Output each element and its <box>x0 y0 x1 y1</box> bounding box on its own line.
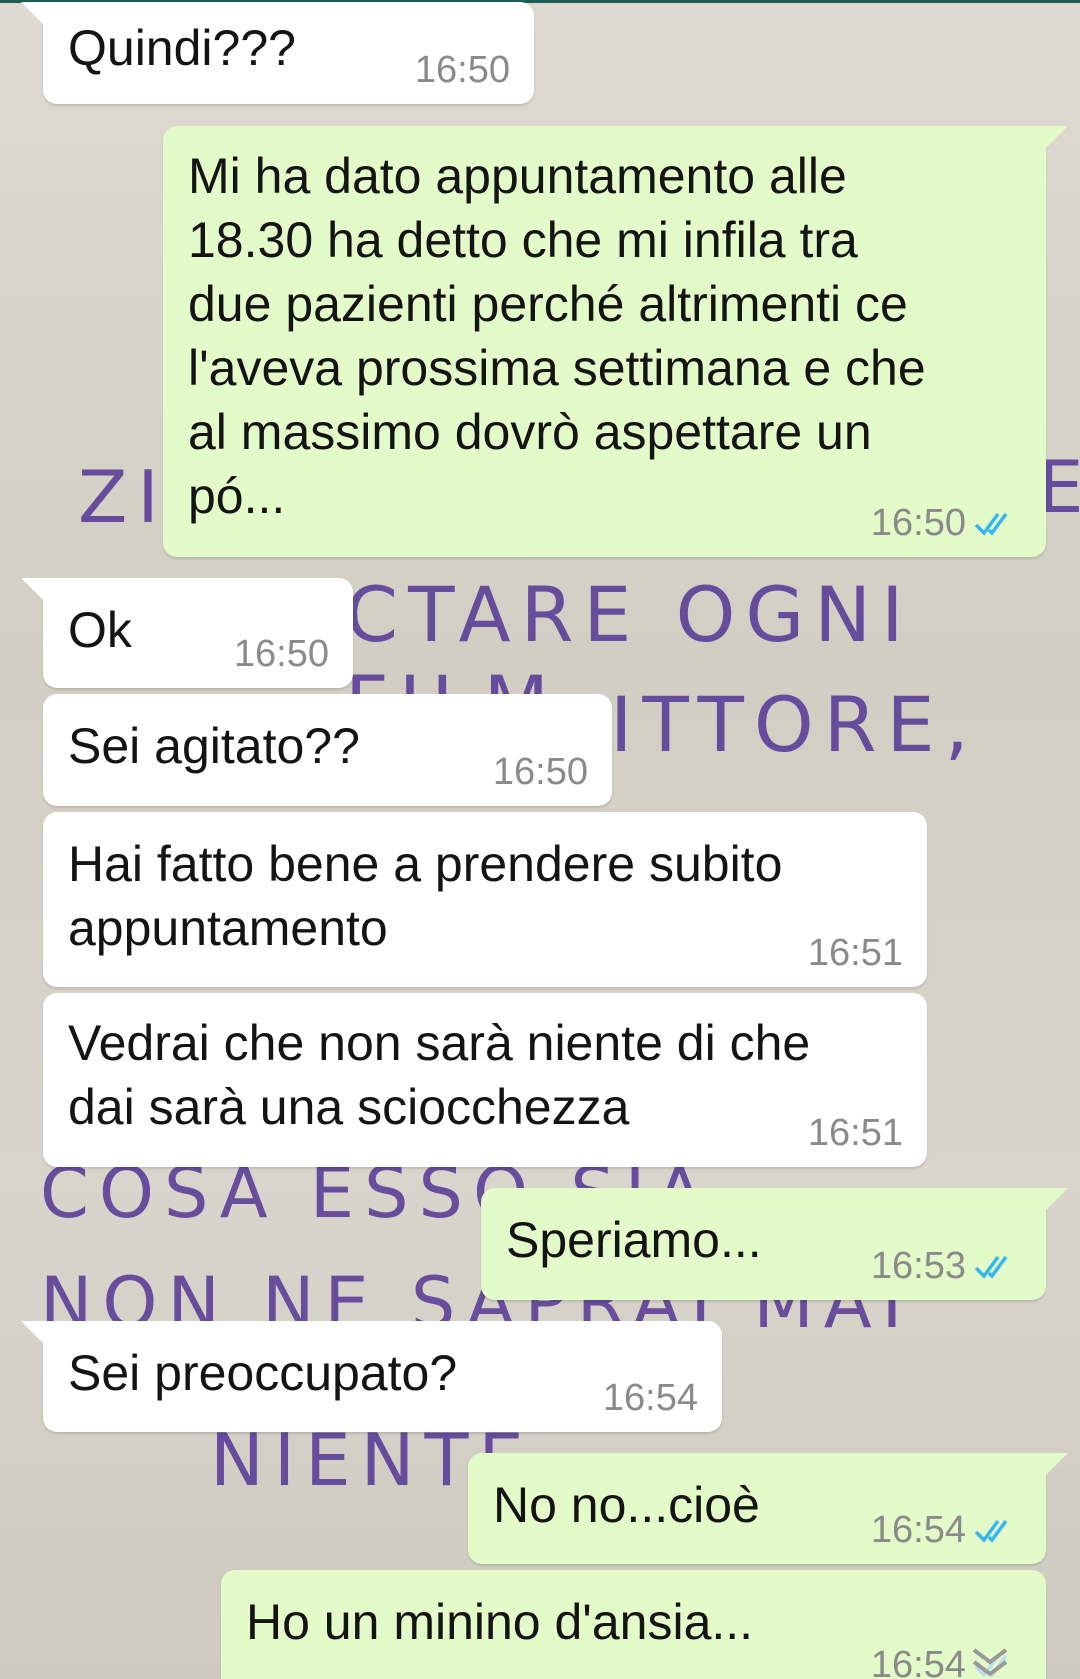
message-text: Vedrai che non sarà niente di che dai sa… <box>68 1015 811 1135</box>
message-meta: 16:50 <box>871 503 1022 543</box>
message-time: 16:51 <box>807 1112 903 1154</box>
message-bubble-outgoing[interactable]: Ho un minino d'ansia... 16:54 <box>221 1570 1046 1679</box>
message-text: Sei agitato?? <box>68 718 360 774</box>
message-text: Ok <box>68 602 132 658</box>
message-text: Ho un minino d'ansia... <box>246 1594 754 1650</box>
message-meta: 16:54 <box>871 1510 1022 1550</box>
message-text: Hai fatto bene a prendere subito appunta… <box>68 836 783 956</box>
chevron-down-icon[interactable] <box>960 1646 1020 1679</box>
message-meta: 16:51 <box>808 933 903 973</box>
message-time: 16:51 <box>807 932 903 974</box>
message-text: Quindi??? <box>68 20 296 76</box>
message-time: 16:50 <box>492 751 588 793</box>
message-meta: 16:50 <box>493 752 588 792</box>
double-check-icon <box>974 512 1008 536</box>
message-meta: 16:50 <box>415 50 510 90</box>
message-meta: 16:53 <box>871 1246 1022 1286</box>
message-bubble-incoming[interactable]: Vedrai che non sarà niente di che dai sa… <box>43 993 927 1167</box>
message-bubble-incoming[interactable]: Quindi??? 16:50 <box>21 2 534 104</box>
message-meta: 16:50 <box>234 634 329 674</box>
message-bubble-outgoing[interactable]: Mi ha dato appuntamento alle 18.30 ha de… <box>163 126 1068 557</box>
wall-writing-line1-left: ZI <box>78 455 169 539</box>
message-bubble-incoming[interactable]: Ok 16:50 <box>21 578 353 688</box>
double-check-icon <box>974 1255 1008 1279</box>
message-time: 16:54 <box>870 1644 966 1679</box>
message-time: 16:54 <box>870 1509 966 1551</box>
message-time: 16:54 <box>602 1377 698 1419</box>
wall-writing-line3: ITTORE, <box>610 680 979 769</box>
double-check-icon <box>974 1519 1008 1543</box>
chat-background: ZI E CTARE OGNI FILM, ITTORE, COSA ESSO … <box>0 0 1080 1679</box>
message-meta: 16:51 <box>808 1113 903 1153</box>
message-text: Mi ha dato appuntamento alle 18.30 ha de… <box>188 148 926 524</box>
message-bubble-incoming[interactable]: Hai fatto bene a prendere subito appunta… <box>43 812 927 987</box>
message-time: 16:50 <box>233 633 329 675</box>
message-text: No no...cioè <box>493 1477 760 1533</box>
message-meta: 16:54 <box>603 1378 698 1418</box>
message-bubble-incoming[interactable]: Sei preoccupato? 16:54 <box>21 1321 722 1432</box>
message-bubble-incoming[interactable]: Sei agitato?? 16:50 <box>43 694 612 806</box>
message-time: 16:53 <box>870 1245 966 1287</box>
message-text: Speriamo... <box>506 1212 762 1268</box>
message-bubble-outgoing[interactable]: No no...cioè 16:54 <box>468 1453 1068 1564</box>
message-bubble-outgoing[interactable]: Speriamo... 16:53 <box>481 1188 1068 1300</box>
message-text: Sei preoccupato? <box>68 1345 458 1401</box>
message-time: 16:50 <box>870 502 966 544</box>
message-time: 16:50 <box>414 49 510 91</box>
